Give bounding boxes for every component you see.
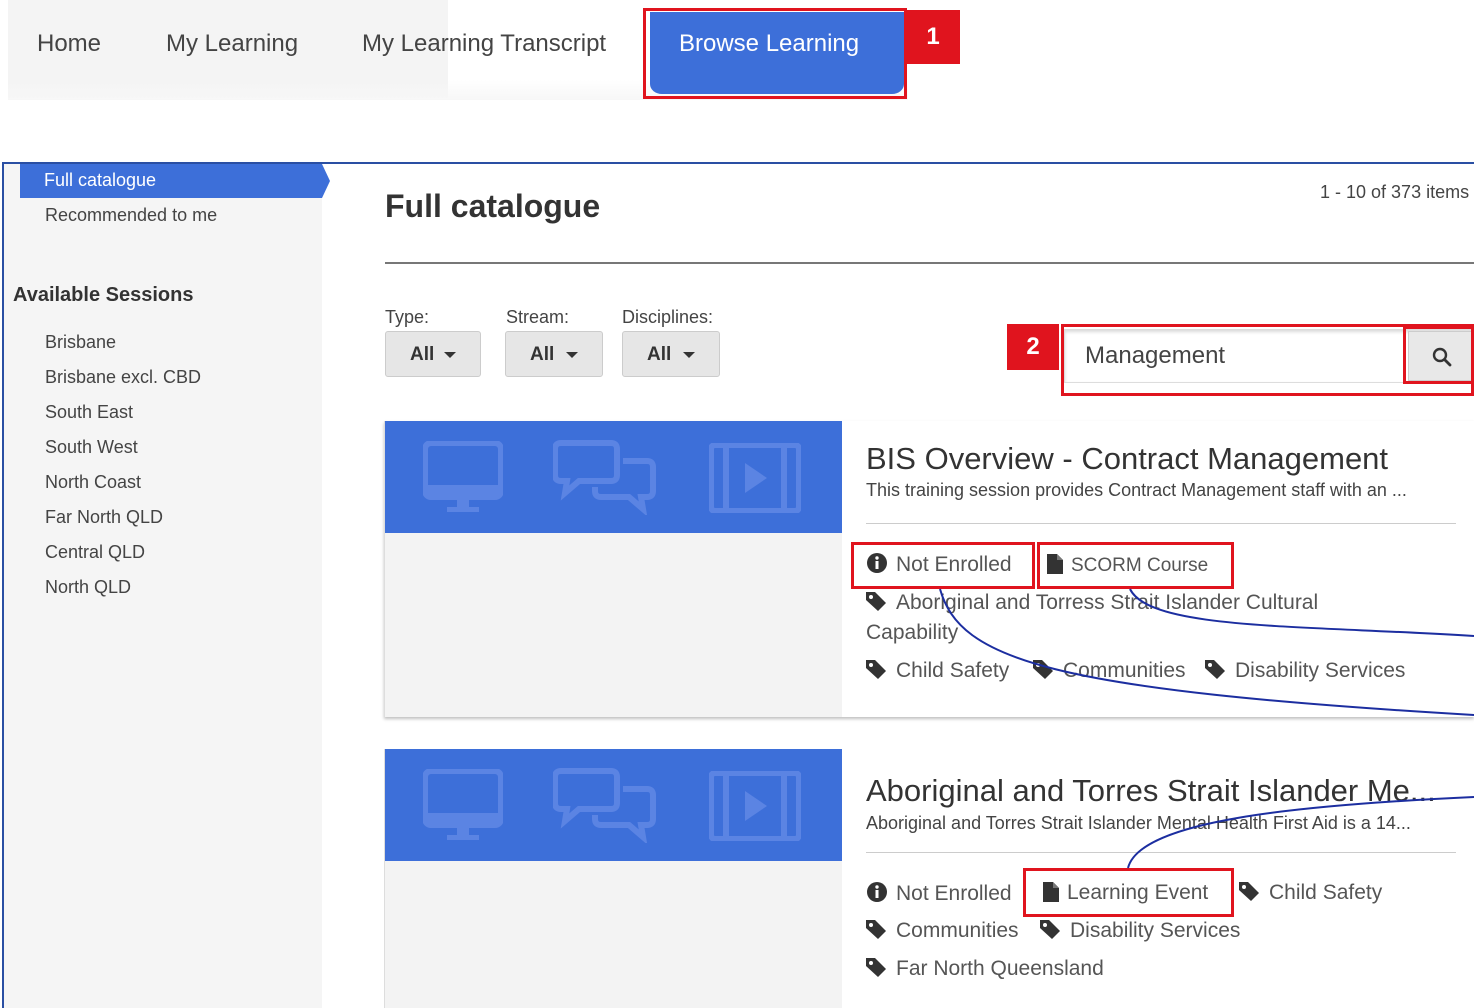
item-count: 1 - 10 of 373 items	[1320, 182, 1470, 202]
filter-stream-dropdown[interactable]: All	[505, 331, 603, 377]
tag[interactable]: Communities	[866, 919, 1019, 943]
nav-my-learning[interactable]: My Learning	[166, 30, 298, 58]
sidebar-item-brisbane-excl-cbd[interactable]: Brisbane excl. CBD	[45, 367, 201, 388]
tag-label: Aboriginal and Torress Strait Islander C…	[896, 591, 1319, 614]
tag-label: Far North Queensland	[896, 957, 1104, 980]
film-icon	[709, 443, 801, 513]
tag-icon	[866, 592, 886, 611]
tag-icon	[1239, 882, 1259, 901]
tag-icon	[866, 660, 886, 679]
callout-box-scorm	[1037, 542, 1234, 589]
filter-type-label: Type:	[385, 307, 430, 327]
tag-label: Communities	[1063, 659, 1186, 682]
tag-continuation: Capability	[866, 621, 959, 644]
nav-my-learning-transcript[interactable]: My Learning Transcript	[362, 30, 606, 58]
filter-disciplines-label: Disciplines:	[622, 307, 714, 327]
tag[interactable]: Aboriginal and Torress Strait Islander C…	[866, 591, 1318, 615]
caret-down-icon	[444, 352, 456, 358]
course-card[interactable]: Aboriginal and Torres Strait Islander Me…	[384, 749, 1474, 1008]
callout-badge-2: 2	[1007, 324, 1059, 370]
callout-box-browse	[643, 8, 907, 99]
tag-icon	[866, 920, 886, 939]
caret-down-icon	[566, 352, 578, 358]
enrolment-status: Not Enrolled	[866, 881, 1012, 906]
tag[interactable]: Child Safety	[1239, 881, 1382, 905]
tag-icon	[1033, 660, 1053, 679]
tag-icon	[1040, 920, 1060, 939]
tag[interactable]: Communities	[1033, 659, 1186, 683]
tag[interactable]: Far North Queensland	[866, 957, 1104, 981]
filter-type-dropdown[interactable]: All	[385, 331, 481, 377]
tag-label: Communities	[896, 919, 1019, 942]
status-text: Not Enrolled	[896, 882, 1012, 905]
card-description: This training session provides Contract …	[866, 480, 1407, 500]
tag[interactable]: Child Safety	[866, 659, 1009, 683]
monitor-icon	[423, 441, 503, 512]
title-divider	[385, 262, 1474, 264]
available-sessions-heading: Available Sessions	[13, 284, 194, 306]
card-thumbnail-lower	[385, 533, 842, 717]
callout-box-not-enrolled	[851, 542, 1035, 589]
film-icon	[709, 771, 801, 841]
nav-home[interactable]: Home	[37, 30, 101, 58]
caret-down-icon	[683, 352, 695, 358]
tag-icon	[866, 958, 886, 977]
sidebar-item-central-qld[interactable]: Central QLD	[45, 542, 145, 563]
tag[interactable]: Disability Services	[1040, 919, 1240, 943]
sidebar-item-far-north-qld[interactable]: Far North QLD	[45, 507, 163, 528]
sidebar-item-label: Full catalogue	[44, 170, 157, 190]
callout-badge-1: 1	[906, 10, 960, 64]
sidebar-item-south-west[interactable]: South West	[45, 437, 138, 458]
card-thumbnail	[385, 749, 842, 861]
sidebar-item-brisbane[interactable]: Brisbane	[45, 332, 116, 353]
filter-stream-value: All	[530, 344, 555, 365]
sidebar-item-north-coast[interactable]: North Coast	[45, 472, 141, 493]
tag-label: Child Safety	[1269, 881, 1383, 904]
card-description: Aboriginal and Torres Strait Islander Me…	[866, 813, 1411, 833]
card-thumbnail-lower	[385, 861, 842, 1008]
sidebar-item-recommended[interactable]: Recommended to me	[45, 205, 217, 226]
card-divider	[866, 852, 1456, 853]
filter-stream-label: Stream:	[506, 307, 570, 327]
card-divider	[866, 523, 1456, 524]
filter-disciplines-value: All	[647, 344, 672, 365]
tag-icon	[1205, 660, 1225, 679]
monitor-icon	[423, 769, 503, 840]
chat-bubbles-icon	[553, 768, 656, 843]
card-title[interactable]: BIS Overview - Contract Management	[866, 441, 1456, 477]
info-icon	[867, 882, 887, 902]
tag-label: Child Safety	[896, 659, 1010, 682]
card-thumbnail	[385, 421, 842, 533]
filter-disciplines-dropdown[interactable]: All	[622, 331, 720, 377]
callout-box-search-button	[1403, 326, 1474, 384]
tag-label: Disability Services	[1070, 919, 1241, 942]
callout-box-learning-event	[1023, 868, 1234, 917]
card-title[interactable]: Aboriginal and Torres Strait Islander Me…	[866, 773, 1446, 809]
tag-label: Disability Services	[1235, 659, 1406, 682]
sidebar-item-north-qld[interactable]: North QLD	[45, 577, 131, 598]
chat-bubbles-icon	[553, 440, 656, 515]
sidebar-item-full-catalogue[interactable]: Full catalogue	[20, 164, 330, 198]
filter-type-value: All	[410, 344, 435, 365]
tag[interactable]: Disability Services	[1205, 659, 1405, 683]
sidebar-item-south-east[interactable]: South East	[45, 402, 133, 423]
page-title: Full catalogue	[385, 188, 601, 224]
